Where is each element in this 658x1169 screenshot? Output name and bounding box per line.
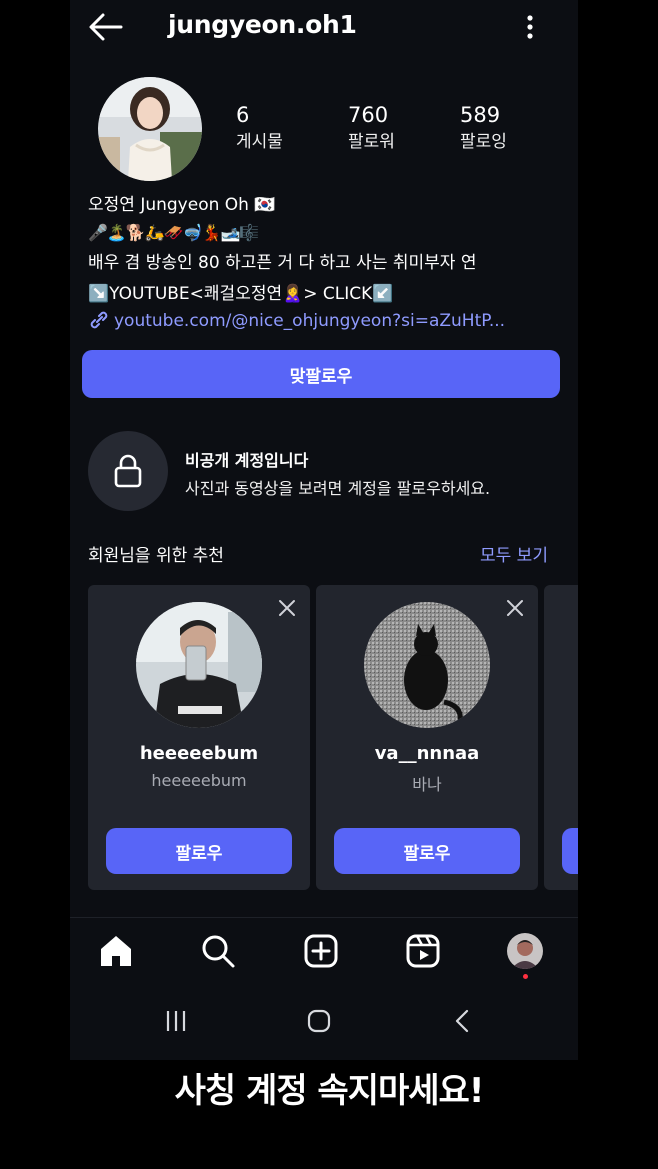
private-account-subtitle: 사진과 동영상을 보려면 계정을 팔로우하세요. <box>185 479 491 498</box>
bio-name: 오정연 Jungyeon Oh 🇰🇷 <box>88 195 276 215</box>
stat-following[interactable]: 589 팔로잉 <box>460 101 550 155</box>
follow-button-partial[interactable] <box>562 828 578 874</box>
stat-posts[interactable]: 6 게시물 <box>236 101 326 155</box>
followers-count: 760 <box>348 103 389 127</box>
lock-badge <box>88 431 168 511</box>
profile-avatar[interactable] <box>98 77 202 181</box>
bio-emoji-line: 🎤🏝️🐕🛵🛷🤿💃🎿🎼 <box>88 223 259 242</box>
suggestions-title: 회원님을 위한 추천 <box>88 546 224 566</box>
posts-count: 6 <box>236 103 250 127</box>
instagram-profile-screen: jungyeon.oh1 6 게시물 760 팔로워 589 팔로잉 오정연 J… <box>70 0 578 1060</box>
bio-link[interactable]: youtube.com/@nice_ohjungyeon?si=aZuHtP..… <box>88 309 505 333</box>
link-icon <box>90 311 108 329</box>
system-back-icon[interactable] <box>450 1008 474 1034</box>
private-account-title: 비공개 계정입니다 <box>185 451 309 470</box>
suggestion-name[interactable]: heeeeebum <box>88 743 310 764</box>
follow-back-button[interactable]: 맞팔로우 <box>82 350 560 398</box>
more-vertical-icon[interactable] <box>518 12 542 42</box>
follow-button[interactable]: 팔로우 <box>106 828 292 874</box>
create-icon[interactable] <box>303 933 339 969</box>
following-count: 589 <box>460 103 501 127</box>
suggestion-card[interactable]: heeeeebum heeeeebum 팔로우 <box>88 585 310 890</box>
home-button-icon[interactable] <box>305 1008 333 1034</box>
arrow-left-icon[interactable] <box>88 12 124 42</box>
suggestion-name[interactable]: va__nnnaa <box>316 743 538 764</box>
suggestion-card[interactable]: va__nnnaa 바나 팔로우 <box>316 585 538 890</box>
warning-caption: 사칭 계정 속지마세요! <box>174 1071 485 1111</box>
top-bar: jungyeon.oh1 <box>70 0 578 56</box>
suggestion-username: 바나 <box>412 775 442 794</box>
suggestion-card-partial[interactable] <box>544 585 578 890</box>
suggestion-username: heeeeebum <box>151 771 247 790</box>
followers-label: 팔로워 <box>348 132 395 152</box>
following-label: 팔로잉 <box>460 132 507 152</box>
bio-link-text[interactable]: youtube.com/@nice_ohjungyeon?si=aZuHtP..… <box>114 311 505 331</box>
recent-apps-icon[interactable] <box>162 1008 190 1034</box>
stat-followers[interactable]: 760 팔로워 <box>348 101 438 155</box>
bottom-nav-divider <box>70 917 578 918</box>
lock-icon <box>114 454 142 488</box>
posts-label: 게시물 <box>236 132 283 152</box>
bio-youtube-line: ↘️YOUTUBE<쾌걸오정연🙎‍♀️> CLICK↙️ <box>88 284 394 304</box>
search-icon[interactable] <box>200 933 236 969</box>
close-icon[interactable] <box>506 599 524 617</box>
notification-dot <box>523 974 528 979</box>
see-all-link[interactable]: 모두 보기 <box>480 541 548 566</box>
bio-text: 배우 겸 방송인 80 하고픈 거 다 하고 사는 취미부자 연 <box>88 253 477 273</box>
suggestion-avatar[interactable] <box>136 602 262 728</box>
profile-icon[interactable] <box>507 933 543 969</box>
reels-icon[interactable] <box>405 933 441 969</box>
home-icon[interactable] <box>98 933 134 969</box>
follow-button[interactable]: 팔로우 <box>334 828 520 874</box>
profile-username: jungyeon.oh1 <box>168 10 357 39</box>
close-icon[interactable] <box>278 599 296 617</box>
suggestion-avatar[interactable] <box>364 602 490 728</box>
